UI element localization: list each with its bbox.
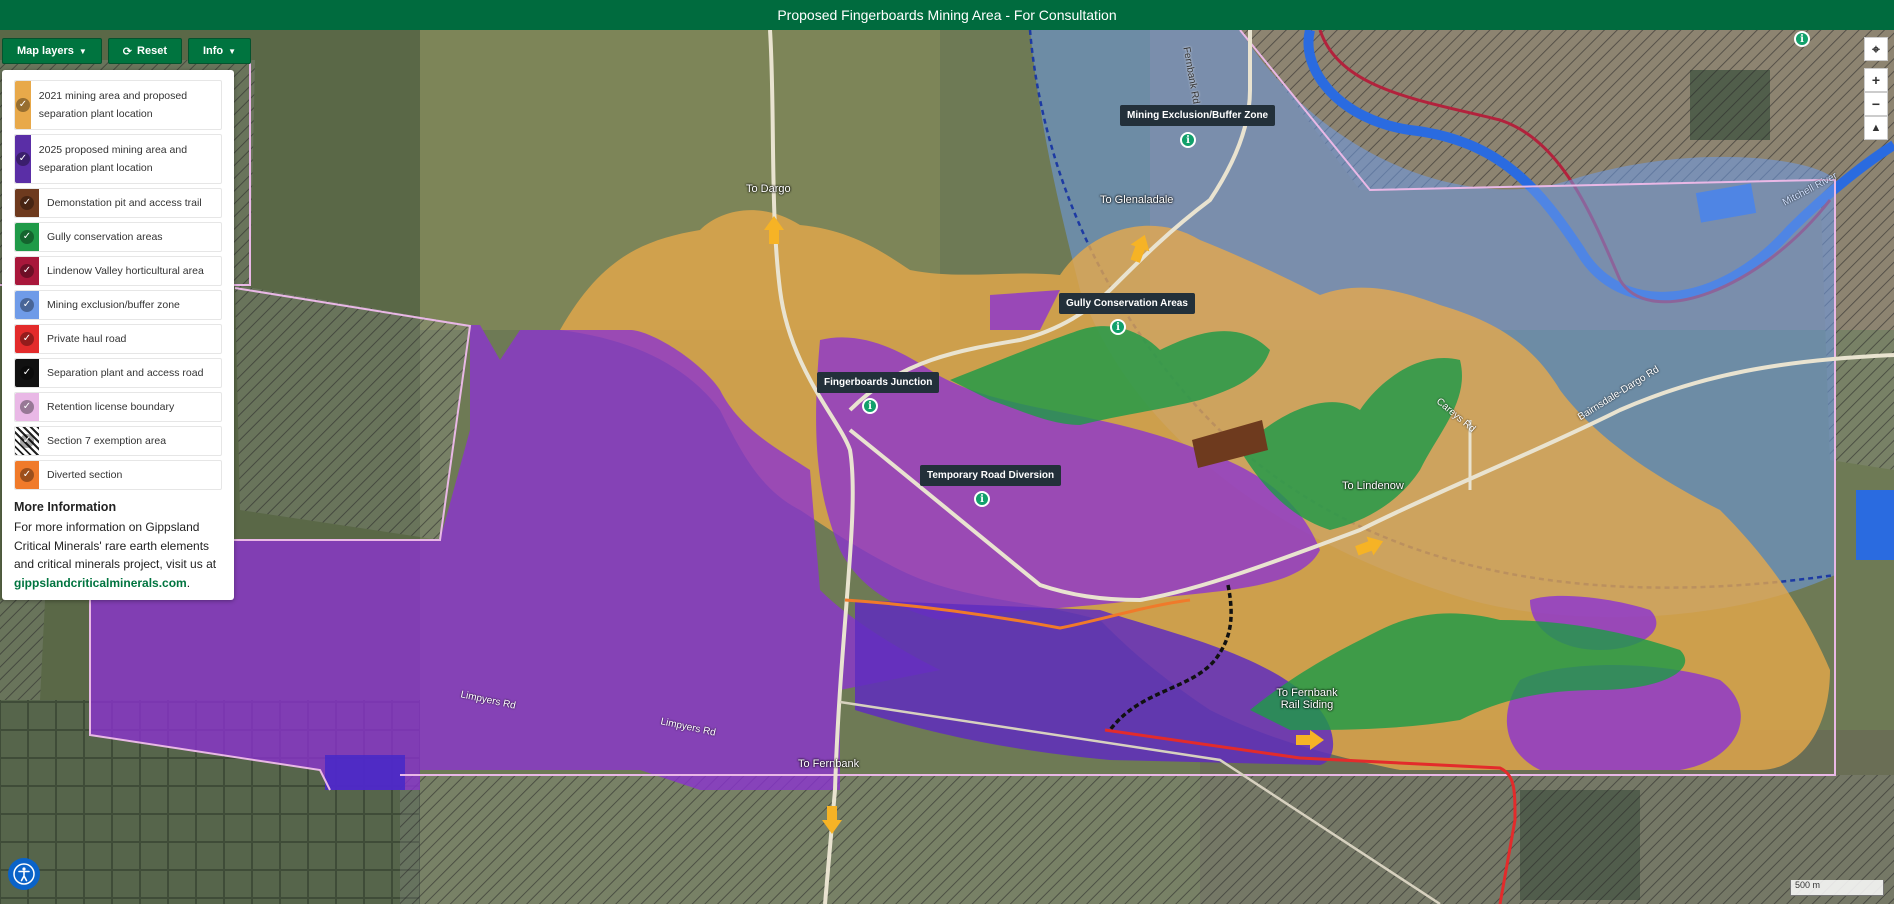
more-info-text: For more information on Gippsland Critic… — [14, 520, 217, 590]
scale-bar: 500 m — [1790, 880, 1884, 896]
check-icon[interactable]: ✓ — [15, 98, 30, 112]
zoom-out-button[interactable]: − — [1864, 92, 1888, 116]
check-icon[interactable]: ✓ — [20, 434, 34, 448]
caret-down-icon: ▼ — [228, 46, 237, 56]
place-label-glenaladale: To Glenaladale — [1100, 194, 1174, 206]
info-marker-exclusion-icon[interactable]: i — [1180, 132, 1196, 148]
toolbar: Map layers ▼ ⟳ Reset Info ▼ — [2, 38, 252, 64]
map-label-exclusion-zone[interactable]: Mining Exclusion/Buffer Zone — [1120, 105, 1276, 126]
legend-swatch: ✓ — [15, 81, 31, 129]
legend-label: Demonstation pit and access trail — [47, 196, 202, 209]
page-title: Proposed Fingerboards Mining Area - For … — [0, 0, 1894, 30]
reset-button[interactable]: ⟳ Reset — [107, 38, 182, 64]
legend-item[interactable]: ✓ Demonstation pit and access trail — [14, 188, 222, 218]
place-label-fernbank: To Fernbank — [798, 758, 860, 770]
crosshair-icon: ⌖ — [1872, 40, 1880, 57]
legend-swatch: ✓ — [15, 257, 39, 285]
legend-label: 2025 proposed mining area and separation… — [38, 143, 188, 174]
reset-north-button[interactable]: ▲ — [1864, 116, 1888, 140]
plus-icon: + — [1871, 72, 1881, 88]
place-label-dargo: To Dargo — [746, 183, 791, 195]
website-link[interactable]: gippslandcriticalminerals.com — [14, 576, 187, 590]
check-icon[interactable]: ✓ — [20, 468, 34, 482]
legend-swatch: ✓ — [15, 223, 39, 251]
legend-list: ✓ 2021 mining area and proposed separatio… — [14, 80, 222, 490]
map-layers-button[interactable]: Map layers ▼ — [2, 38, 102, 64]
legend-item[interactable]: ✓ Private haul road — [14, 324, 222, 354]
check-icon[interactable]: ✓ — [20, 332, 34, 346]
legend-swatch: ✓ — [15, 135, 31, 183]
legend-swatch: ✓ — [15, 461, 39, 489]
check-icon[interactable]: ✓ — [20, 366, 34, 380]
map-label-road-diversion[interactable]: Temporary Road Diversion — [920, 465, 1062, 486]
legend-label: Private haul road — [47, 332, 127, 345]
legend-label: Separation plant and access road — [47, 366, 204, 379]
compass-icon: ▲ — [1870, 122, 1882, 134]
check-icon[interactable]: ✓ — [20, 298, 34, 312]
check-icon[interactable]: ✓ — [20, 196, 34, 210]
minus-icon: − — [1871, 96, 1881, 112]
legend-swatch: ✓ — [15, 325, 39, 353]
legend-swatch: ✓ — [15, 291, 39, 319]
check-icon[interactable]: ✓ — [15, 152, 30, 166]
info-button[interactable]: Info ▼ — [187, 38, 252, 64]
legend-label: Lindenow Valley horticultural area — [47, 264, 204, 277]
legend-panel: ✓ 2021 mining area and proposed separatio… — [2, 70, 234, 600]
legend-label: Mining exclusion/buffer zone — [47, 298, 180, 311]
legend-swatch: ✓ — [15, 393, 39, 421]
info-marker-junction-icon[interactable]: i — [862, 398, 878, 414]
legend-item[interactable]: ✓ 2021 mining area and proposed separatio… — [14, 80, 222, 130]
legend-item[interactable]: ✓ Mining exclusion/buffer zone — [14, 290, 222, 320]
legend-item[interactable]: ✓ Separation plant and access road — [14, 358, 222, 388]
legend-item[interactable]: ✓ Section 7 exemption area — [14, 426, 222, 456]
map-label-gully-conservation[interactable]: Gully Conservation Areas — [1059, 293, 1195, 314]
info-marker-diversion-icon[interactable]: i — [974, 491, 990, 507]
info-marker-river-icon[interactable]: i — [1794, 31, 1810, 47]
legend-item[interactable]: ✓ Lindenow Valley horticultural area — [14, 256, 222, 286]
zoom-in-button[interactable]: + — [1864, 68, 1888, 92]
legend-label: Diverted section — [47, 468, 123, 481]
locate-button[interactable]: ⌖ — [1864, 37, 1888, 61]
legend-swatch: ✓ — [15, 427, 39, 455]
legend-label: 2021 mining area and proposed separation… — [38, 89, 188, 120]
legend-item[interactable]: ✓ Gully conservation areas — [14, 222, 222, 252]
refresh-icon: ⟳ — [122, 45, 133, 58]
map-canvas[interactable]: To Dargo To Glenaladale To Lindenow To F… — [0, 30, 1894, 904]
info-marker-gully-icon[interactable]: i — [1110, 319, 1126, 335]
check-icon[interactable]: ✓ — [20, 400, 34, 414]
legend-label: Gully conservation areas — [47, 230, 163, 243]
legend-swatch: ✓ — [15, 359, 39, 387]
legend-label: Retention license boundary — [47, 400, 175, 413]
legend-item[interactable]: ✓ 2025 proposed mining area and separatio… — [14, 134, 222, 184]
caret-down-icon: ▼ — [78, 46, 87, 56]
accessibility-icon — [13, 863, 35, 885]
check-icon[interactable]: ✓ — [20, 230, 34, 244]
check-icon[interactable]: ✓ — [20, 264, 34, 278]
legend-swatch: ✓ — [15, 189, 39, 217]
legend-item[interactable]: ✓ Diverted section — [14, 460, 222, 490]
place-label-lindenow: To Lindenow — [1342, 480, 1404, 492]
more-info-title: More Information — [14, 500, 117, 514]
place-label-fernbank-siding: To Fernbank Rail Siding — [1276, 687, 1338, 711]
map-label-fingerboards-junction[interactable]: Fingerboards Junction — [817, 372, 940, 393]
legend-label: Section 7 exemption area — [47, 434, 167, 447]
accessibility-button[interactable] — [8, 858, 40, 890]
legend-item[interactable]: ✓ Retention license boundary — [14, 392, 222, 422]
